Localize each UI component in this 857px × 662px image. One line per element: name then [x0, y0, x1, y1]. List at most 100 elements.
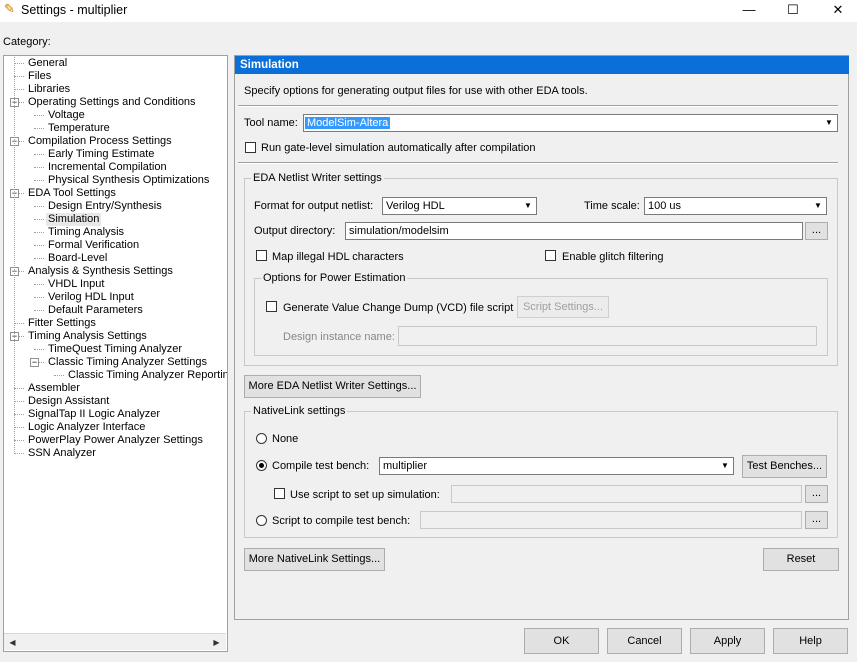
help-button[interactable]: Help	[773, 628, 848, 654]
cancel-button[interactable]: Cancel	[607, 628, 682, 654]
tree-item[interactable]: Libraries	[26, 83, 72, 96]
tree-item[interactable]: Operating Settings and Conditions	[26, 96, 198, 109]
format-value: Verilog HDL	[386, 200, 445, 212]
tree-item[interactable]: Default Parameters	[46, 304, 145, 317]
tree-connector	[14, 388, 24, 389]
map-illegal-checkbox[interactable]	[256, 250, 267, 261]
output-directory-label: Output directory:	[254, 225, 336, 237]
use-script-browse-button[interactable]: ...	[805, 485, 828, 503]
separator	[238, 162, 838, 164]
script-compile-label: Script to compile test bench:	[272, 515, 411, 527]
separator	[238, 105, 838, 107]
tree-connector	[34, 115, 44, 116]
run-gate-level-checkbox[interactable]	[245, 142, 256, 153]
time-scale-value: 100 us	[648, 200, 682, 212]
tree-item[interactable]: SignalTap II Logic Analyzer	[26, 408, 162, 421]
use-script-input[interactable]	[451, 485, 802, 503]
tree-item[interactable]: Formal Verification	[46, 239, 141, 252]
tree-item[interactable]: General	[26, 57, 69, 70]
vcd-script-checkbox[interactable]	[266, 301, 277, 312]
tree-item[interactable]: Classic Timing Analyzer Settings	[46, 356, 209, 369]
more-nativelink-button[interactable]: More NativeLink Settings...	[244, 548, 385, 571]
maximize-button[interactable]: ☐	[770, 0, 816, 22]
compile-test-bench-radio[interactable]	[256, 460, 267, 471]
script-settings-button[interactable]: Script Settings...	[517, 296, 609, 318]
tree-item[interactable]: Design Entry/Synthesis	[46, 200, 164, 213]
minimize-button[interactable]: —	[726, 0, 772, 22]
format-select[interactable]: Verilog HDL ▼	[382, 197, 537, 215]
map-illegal-label: Map illegal HDL characters	[272, 251, 404, 263]
tree-connector	[34, 180, 44, 181]
none-radio[interactable]	[256, 433, 267, 444]
chevron-down-icon: ▼	[721, 461, 729, 470]
tree-item[interactable]: EDA Tool Settings	[26, 187, 118, 200]
script-compile-input[interactable]	[420, 511, 802, 529]
compile-test-bench-value: multiplier	[383, 460, 428, 472]
tree-item[interactable]: Early Timing Estimate	[46, 148, 156, 161]
pencil-icon: ✎	[4, 1, 15, 16]
tree-item[interactable]: Board-Level	[46, 252, 109, 265]
tool-name-label: Tool name:	[244, 117, 298, 129]
tree-connector	[34, 167, 44, 168]
design-instance-input[interactable]	[398, 326, 817, 346]
tool-name-value: ModelSim-Altera	[305, 117, 391, 129]
reset-button[interactable]: Reset	[763, 548, 839, 571]
eda-netlist-title: EDA Netlist Writer settings	[251, 172, 384, 184]
test-benches-button[interactable]: Test Benches...	[742, 455, 827, 478]
tree-connector	[34, 245, 44, 246]
scroll-right-icon[interactable]: ▶	[210, 636, 223, 649]
category-tree[interactable]: General Files Libraries − Operating Settings…	[3, 55, 228, 652]
collapse-icon[interactable]: −	[30, 358, 39, 367]
script-compile-radio[interactable]	[256, 515, 267, 526]
tool-name-select[interactable]: ModelSim-Altera ▼	[303, 114, 838, 132]
tree-item[interactable]: Voltage	[46, 109, 87, 122]
apply-button[interactable]: Apply	[690, 628, 765, 654]
tree-connector	[14, 401, 24, 402]
none-label: None	[272, 433, 299, 445]
output-directory-browse-button[interactable]: ...	[805, 222, 828, 240]
tree-item[interactable]: Simulation	[46, 213, 102, 226]
vcd-script-label: Generate Value Change Dump (VCD) file sc…	[283, 302, 514, 314]
chevron-down-icon: ▼	[825, 118, 833, 127]
tree-connector	[34, 219, 44, 220]
tree-connector	[34, 349, 44, 350]
tree-item[interactable]: Fitter Settings	[26, 317, 98, 330]
close-button[interactable]: ✕	[815, 0, 857, 22]
tree-item[interactable]: Physical Synthesis Optimizations	[46, 174, 211, 187]
use-script-checkbox[interactable]	[274, 488, 285, 499]
tree-item[interactable]: SSN Analyzer	[26, 447, 98, 460]
tree-item[interactable]: Files	[26, 70, 53, 83]
glitch-filtering-label: Enable glitch filtering	[562, 251, 664, 263]
more-eda-netlist-button[interactable]: More EDA Netlist Writer Settings...	[244, 375, 421, 398]
script-compile-browse-button[interactable]: ...	[805, 511, 828, 529]
tree-item[interactable]: Timing Analysis Settings	[26, 330, 149, 343]
tree-item[interactable]: Incremental Compilation	[46, 161, 169, 174]
tree-connector	[14, 453, 24, 454]
category-label: Category:	[3, 36, 51, 48]
tree-item[interactable]: TimeQuest Timing Analyzer	[46, 343, 184, 356]
time-scale-select[interactable]: 100 us ▼	[644, 197, 827, 215]
tree-connector	[34, 258, 44, 259]
tree-item[interactable]: Temperature	[46, 122, 112, 135]
compile-test-bench-label: Compile test bench:	[272, 460, 370, 472]
output-directory-input[interactable]: simulation/modelsim	[345, 222, 803, 240]
window-title: Settings - multiplier	[21, 3, 128, 17]
tree-connector	[54, 375, 64, 376]
tree-item[interactable]: VHDL Input	[46, 278, 106, 291]
tree-item[interactable]: Assembler	[26, 382, 82, 395]
tree-item[interactable]: Design Assistant	[26, 395, 111, 408]
tree-item[interactable]: PowerPlay Power Analyzer Settings	[26, 434, 205, 447]
ok-button[interactable]: OK	[524, 628, 599, 654]
tree-item[interactable]: Timing Analysis	[46, 226, 126, 239]
tree-item[interactable]: Analysis & Synthesis Settings	[26, 265, 175, 278]
tree-item[interactable]: Verilog HDL Input	[46, 291, 136, 304]
compile-test-bench-select[interactable]: multiplier ▼	[379, 457, 734, 475]
tree-item[interactable]: Logic Analyzer Interface	[26, 421, 147, 434]
tree-horizontal-scrollbar[interactable]: ◀ ▶	[4, 633, 226, 650]
chevron-down-icon: ▼	[524, 201, 532, 210]
scroll-left-icon[interactable]: ◀	[6, 636, 19, 649]
glitch-filtering-checkbox[interactable]	[545, 250, 556, 261]
format-label: Format for output netlist:	[254, 200, 374, 212]
tree-item[interactable]: Classic Timing Analyzer Reporting	[66, 369, 227, 382]
tree-item[interactable]: Compilation Process Settings	[26, 135, 174, 148]
